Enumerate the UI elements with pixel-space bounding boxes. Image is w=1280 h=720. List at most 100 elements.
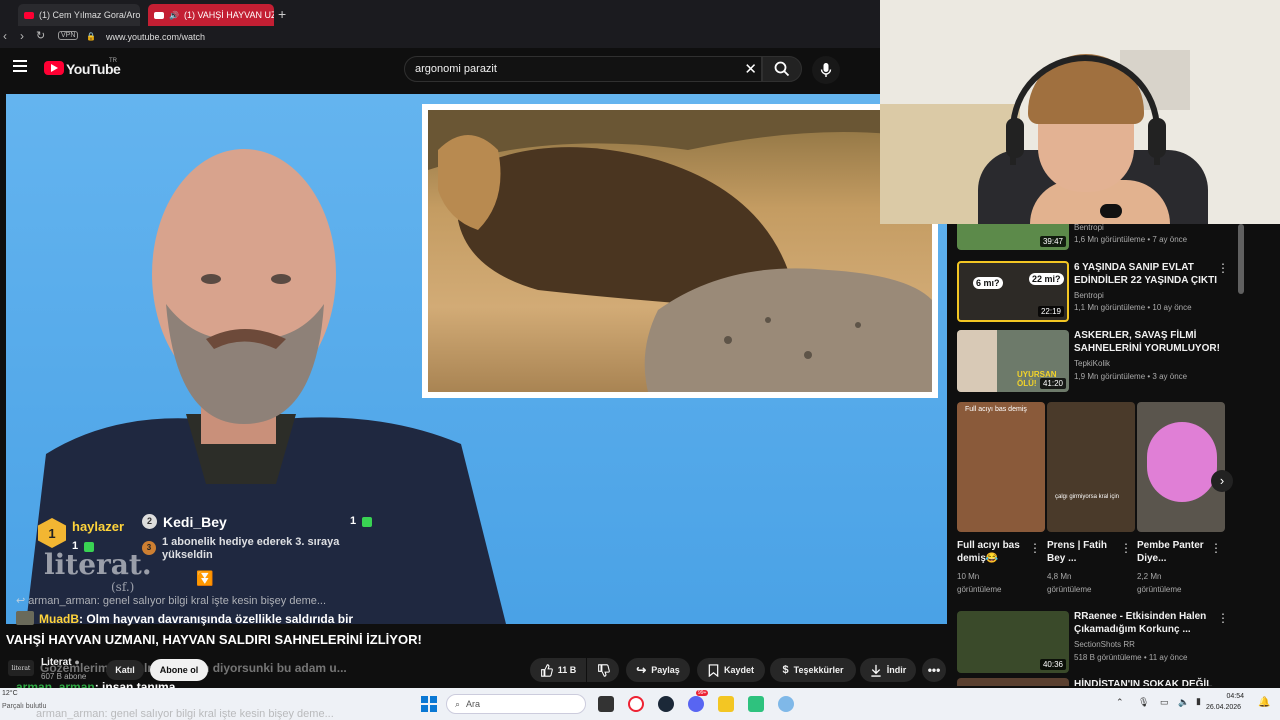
short-title[interactable]: Pembe Panter Diye... <box>1137 539 1212 565</box>
discord-icon[interactable]: 99+ <box>688 690 709 712</box>
search-value: argonomi parazit <box>415 63 497 75</box>
like-button[interactable]: 11 B <box>530 658 586 682</box>
short-title[interactable]: Prens | Fatih Bey ... <box>1047 539 1122 565</box>
app-icon[interactable] <box>748 696 764 712</box>
verified-icon: ● <box>74 657 80 667</box>
subscriber-count: 607 B abone <box>41 672 87 681</box>
video-title[interactable]: HİNDİSTAN'IN SOKAK DEĞİL <box>1074 678 1234 686</box>
channel-name[interactable]: SectionShots RR <box>1074 639 1135 650</box>
clock-time[interactable]: 04:54 <box>1212 693 1244 700</box>
channel-name[interactable]: TepkiKolik <box>1074 358 1110 369</box>
download-button[interactable]: İndir <box>860 658 916 682</box>
channel-name[interactable]: Bentropi <box>1074 290 1104 301</box>
channel-watermark: literat. <box>44 548 152 581</box>
youtube-logo-icon[interactable] <box>44 61 64 75</box>
weather-temp[interactable]: 12°C <box>2 690 18 697</box>
share-button[interactable]: ↪ Paylaş <box>626 658 690 682</box>
top-user-1: haylazer <box>72 519 125 534</box>
video-meta: 1,6 Mn görüntüleme • 7 ay önce <box>1074 235 1188 244</box>
search-icon: ⌕ <box>455 698 461 709</box>
volume-icon[interactable]: 🔈 <box>1178 697 1189 708</box>
taskbar-search[interactable]: ⌕ Ara <box>446 694 586 714</box>
tray-chevron-icon[interactable]: ⌃ <box>1116 697 1124 708</box>
clock-date[interactable]: 26.04.2026 <box>1206 704 1241 711</box>
thanks-button[interactable]: $ Teşekkürler <box>770 658 856 682</box>
short-thumbnail[interactable]: Full acıyı bas demiş <box>957 402 1045 532</box>
network-icon[interactable]: ▭ <box>1160 697 1169 708</box>
back-icon[interactable]: ‹ <box>3 29 7 43</box>
top-user-2-count: 1 <box>350 515 357 527</box>
short-thumbnail[interactable] <box>1137 402 1225 532</box>
search-input[interactable]: argonomi parazit ✕ <box>404 56 762 82</box>
short-views: 10 Mn <box>957 572 980 581</box>
headset-ear <box>1006 118 1024 158</box>
more-vert-icon[interactable]: ⋮ <box>1217 262 1229 274</box>
reload-icon[interactable]: ↻ <box>36 29 45 42</box>
video-title[interactable]: ASKERLER, SAVAŞ FİLMİ SAHNELERİNİ YORUML… <box>1074 329 1224 355</box>
dislike-button[interactable] <box>587 658 619 682</box>
more-vert-icon[interactable]: ⋮ <box>1217 612 1229 624</box>
notifications-icon[interactable]: 🔔 <box>1258 697 1270 708</box>
video-title[interactable]: RRaenee - Etkisinden Halen Çıkamadığım K… <box>1074 610 1224 636</box>
more-vert-icon[interactable]: ⋮ <box>1210 542 1222 554</box>
short-views-label: görüntüleme <box>1137 585 1182 594</box>
sidebar-scrollbar[interactable] <box>1238 224 1244 294</box>
duration-badge: 39:47 <box>1039 236 1066 247</box>
video-meta: 1,9 Mn görüntüleme • 3 ay önce <box>1074 372 1188 381</box>
url-field[interactable]: www.youtube.com/watch <box>106 32 205 42</box>
join-button[interactable]: Katıl <box>106 660 144 680</box>
more-actions-button[interactable]: ••• <box>922 658 946 682</box>
gift-notice-line-2: yükseldin <box>162 549 213 561</box>
webcam-overlay <box>880 0 1280 224</box>
save-button[interactable]: Kaydet <box>697 658 765 682</box>
browser-tab-active[interactable]: 🔊 (1) VAHŞİ HAYVAN UZ <box>148 4 274 26</box>
region-code: TR <box>109 58 117 64</box>
rank-2-badge-icon: 2 <box>142 514 157 529</box>
file-explorer-icon[interactable] <box>718 696 734 712</box>
battery-icon[interactable]: ▮ <box>1196 696 1201 707</box>
embedded-clip-frame <box>422 104 938 398</box>
short-title[interactable]: Full acıyı bas demiş😂 <box>957 539 1037 565</box>
video-thumbnail[interactable]: UYURSAN ÖLÜ! 41:20 <box>957 330 1069 392</box>
shorts-next-button[interactable]: › <box>1211 470 1233 492</box>
browser-tab[interactable]: (1) Cem Yılmaz Gora/Arog <box>18 4 140 26</box>
new-tab-button[interactable]: + <box>278 6 286 22</box>
video-thumbnail[interactable] <box>957 678 1069 686</box>
short-views-label: görüntüleme <box>1047 585 1092 594</box>
short-views: 4,8 Mn <box>1047 572 1072 581</box>
tab-label: (1) Cem Yılmaz Gora/Arog <box>39 10 140 20</box>
scroll-down-icon[interactable]: ⏬ <box>196 570 213 587</box>
reply-preview: ↩ arman_arman: genel salıyor bilgi kral … <box>16 595 327 607</box>
subscribe-button[interactable]: Abone ol <box>150 659 208 681</box>
more-vert-icon[interactable]: ⋮ <box>1029 542 1041 554</box>
channel-avatar[interactable]: literat <box>8 660 34 676</box>
opera-icon[interactable] <box>628 696 644 712</box>
video-thumbnail[interactable]: 6 mı? 22 mi? 22:19 <box>957 261 1069 322</box>
youtube-favicon-icon <box>24 11 34 19</box>
youtube-favicon-icon <box>154 11 164 19</box>
clear-search-icon[interactable]: ✕ <box>744 60 757 78</box>
tab-label: (1) VAHŞİ HAYVAN UZ <box>183 10 274 20</box>
channel-name[interactable]: Literat ● <box>41 657 80 668</box>
voice-search-button[interactable] <box>812 56 840 84</box>
address-bar: ‹ › ↻ VPN 🔒 www.youtube.com/watch <box>0 28 880 48</box>
video-title[interactable]: 6 YAŞINDA SANIP EVLAT EDİNDİLER 22 YAŞIN… <box>1074 261 1224 287</box>
menu-icon[interactable] <box>13 60 27 72</box>
settings-icon[interactable] <box>778 696 794 712</box>
more-horizontal-icon: ••• <box>927 663 941 677</box>
video-thumbnail[interactable]: 40:36 <box>957 611 1069 673</box>
windows-start-icon[interactable] <box>421 696 437 712</box>
video-thumbnail[interactable]: 39:47 <box>957 224 1069 250</box>
vpn-badge[interactable]: VPN <box>58 31 79 40</box>
gift-icon <box>362 517 372 527</box>
thanks-icon: $ <box>782 664 789 676</box>
search-button[interactable] <box>762 56 802 82</box>
forward-icon[interactable]: › <box>20 29 24 43</box>
task-view-icon[interactable] <box>598 696 614 712</box>
channel-name[interactable]: Bentropi <box>1074 224 1104 233</box>
more-vert-icon[interactable]: ⋮ <box>1120 542 1132 554</box>
steam-icon[interactable] <box>658 696 674 712</box>
headset-ear <box>1148 118 1166 158</box>
mic-tray-icon[interactable]: 🎙 <box>1138 697 1149 708</box>
short-thumbnail[interactable]: çalgı girmiyorsa kral için <box>1047 402 1135 532</box>
